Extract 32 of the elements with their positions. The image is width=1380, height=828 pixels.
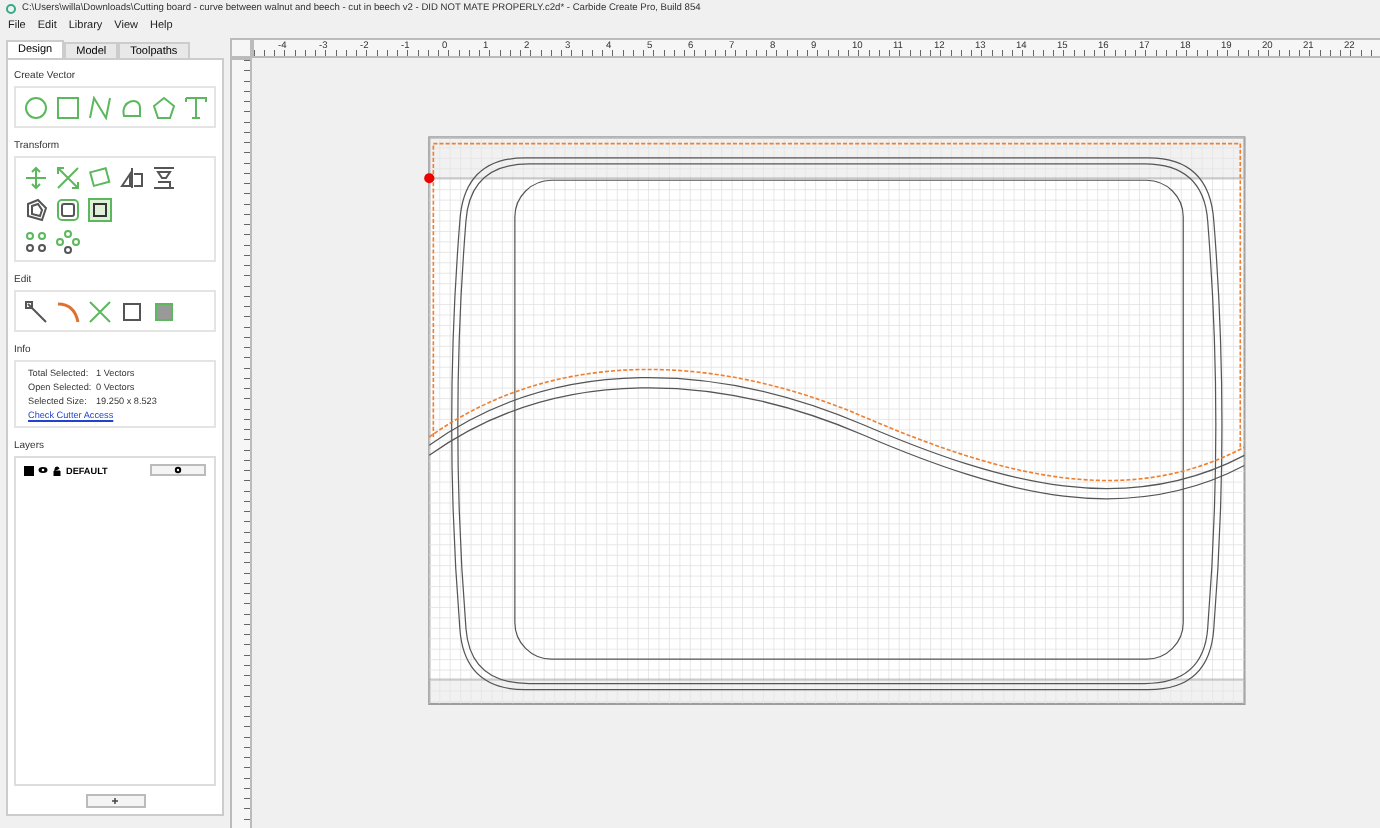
cut-tool-icon bbox=[87, 299, 111, 323]
layer-color-swatch[interactable] bbox=[24, 465, 34, 475]
scale-tool-icon bbox=[55, 165, 79, 189]
tool-button[interactable] bbox=[22, 196, 48, 222]
eye-icon[interactable] bbox=[38, 466, 48, 474]
node-tool-icon bbox=[23, 299, 47, 323]
tool-button[interactable] bbox=[22, 228, 48, 254]
layer-settings-button[interactable] bbox=[150, 464, 206, 476]
app-icon bbox=[6, 4, 16, 14]
polyline-tool-icon bbox=[87, 95, 111, 119]
array-tool-icon bbox=[23, 229, 47, 253]
text-tool-icon bbox=[183, 95, 207, 119]
fill-tool-icon bbox=[151, 299, 175, 323]
circle-tool-icon bbox=[23, 95, 47, 119]
add-layer-button[interactable] bbox=[85, 794, 145, 808]
tool-button[interactable] bbox=[54, 228, 80, 254]
tool-button[interactable] bbox=[118, 164, 144, 190]
gear-icon bbox=[174, 466, 182, 474]
align-tool-icon bbox=[151, 165, 175, 189]
trim-tool-icon bbox=[55, 299, 79, 323]
tool-button[interactable] bbox=[150, 164, 176, 190]
curve-tool-icon bbox=[119, 95, 143, 119]
polygon-tool-icon bbox=[151, 95, 175, 119]
circular-array-tool-icon bbox=[55, 229, 79, 253]
offset-tool-icon bbox=[23, 197, 47, 221]
plus-icon bbox=[112, 798, 118, 804]
tool-button[interactable] bbox=[22, 298, 48, 324]
rect-tool-icon bbox=[55, 95, 79, 119]
move-tool-icon bbox=[23, 165, 47, 189]
rotate-tool-icon bbox=[87, 165, 111, 189]
lock-icon[interactable] bbox=[52, 465, 62, 475]
mirror-tool-icon bbox=[119, 165, 143, 189]
